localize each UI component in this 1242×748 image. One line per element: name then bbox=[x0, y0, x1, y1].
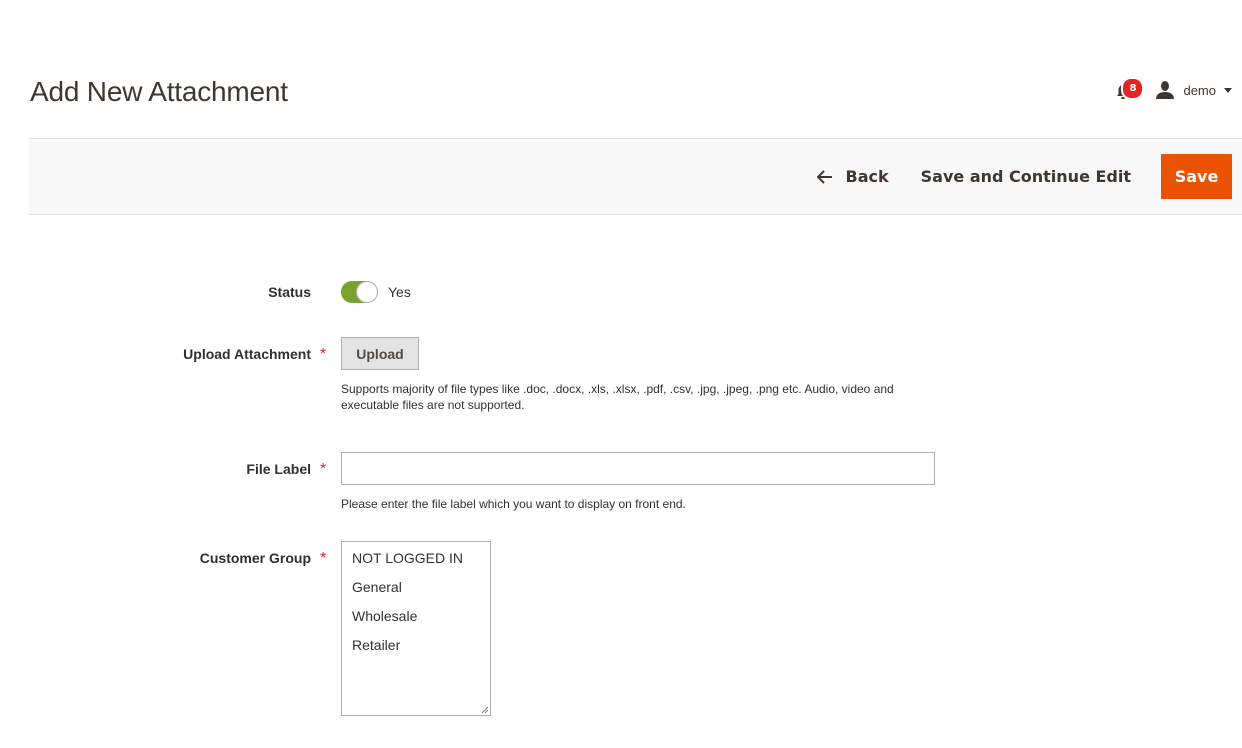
page-actions-bar: Back Save and Continue Edit Save bbox=[29, 138, 1242, 215]
toggle-knob bbox=[356, 281, 378, 303]
user-name: demo bbox=[1183, 82, 1216, 98]
customer-group-option[interactable]: Wholesale bbox=[342, 602, 490, 631]
status-toggle[interactable] bbox=[341, 281, 378, 303]
required-marker: * bbox=[320, 461, 327, 478]
customer-group-option[interactable]: Retailer bbox=[342, 631, 490, 660]
save-and-continue-button[interactable]: Save and Continue Edit bbox=[906, 154, 1146, 199]
save-button[interactable]: Save bbox=[1161, 154, 1232, 199]
status-value-text: Yes bbox=[388, 284, 411, 300]
upload-button[interactable]: Upload bbox=[341, 337, 419, 370]
arrow-left-icon bbox=[816, 169, 832, 184]
customer-group-option[interactable]: NOT LOGGED IN bbox=[342, 544, 490, 573]
file-label-note: Please enter the file label which you wa… bbox=[341, 497, 686, 511]
chevron-down-icon bbox=[1224, 87, 1232, 93]
customer-group-option[interactable]: General bbox=[342, 573, 490, 602]
status-label: Status bbox=[268, 284, 311, 300]
header-actions: 8 demo bbox=[1103, 77, 1232, 102]
notifications-count-badge: 8 bbox=[1121, 77, 1145, 100]
file-label-input[interactable] bbox=[341, 452, 935, 485]
page-title: Add New Attachment bbox=[30, 76, 288, 107]
user-account-menu[interactable]: demo bbox=[1155, 80, 1232, 100]
back-label: Back bbox=[845, 167, 889, 186]
customer-group-multiselect[interactable]: NOT LOGGED IN General Wholesale Retailer bbox=[341, 541, 491, 716]
file-label-label: File Label bbox=[246, 461, 311, 477]
resize-grip-icon[interactable] bbox=[480, 705, 489, 714]
required-marker: * bbox=[320, 346, 327, 363]
page-actions-buttons: Back Save and Continue Edit Save bbox=[802, 154, 1232, 199]
upload-note: Supports majority of file types like .do… bbox=[341, 381, 894, 413]
required-marker: * bbox=[320, 550, 327, 567]
user-icon bbox=[1156, 81, 1175, 99]
notifications-button[interactable]: 8 bbox=[1103, 77, 1145, 102]
customer-group-label: Customer Group bbox=[199, 550, 311, 566]
back-button[interactable]: Back bbox=[802, 154, 904, 199]
upload-note-line-1: Supports majority of file types like .do… bbox=[341, 382, 894, 396]
upload-note-line-2: executable files are not supported. bbox=[341, 398, 525, 412]
upload-attachment-label: Upload Attachment bbox=[183, 346, 311, 362]
